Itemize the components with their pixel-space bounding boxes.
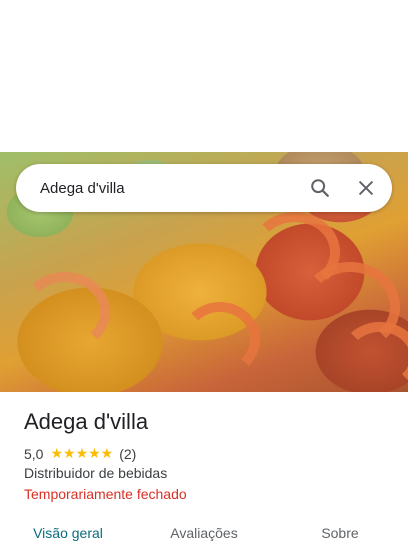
place-title: Adega d'villa (24, 409, 149, 434)
tab-bar: Visão geral Avaliações Sobre (0, 516, 408, 544)
review-count: (2) (119, 445, 137, 462)
tab-reviews[interactable]: Avaliações (136, 516, 272, 544)
rating-value: 5,0 (24, 445, 44, 462)
shrimp-shape (20, 272, 110, 352)
status-closed: Temporariamente fechado (24, 486, 187, 502)
search-icon[interactable] (300, 168, 340, 208)
search-bar[interactable]: Adega d'villa (16, 164, 392, 212)
shrimp-shape (180, 302, 260, 377)
place-page: Adega d'villa Adega d'villa 5,0 ★★★★★ (2… (0, 0, 408, 544)
rating-row[interactable]: 5,0 ★★★★★ (2) (24, 445, 136, 462)
place-category: Distribuidor de bebidas (24, 465, 168, 481)
star-rating-icons: ★★★★★ (50, 445, 114, 461)
tab-overview[interactable]: Visão geral (0, 516, 136, 544)
close-icon[interactable] (346, 168, 386, 208)
search-input[interactable]: Adega d'villa (40, 180, 300, 197)
tab-about[interactable]: Sobre (272, 516, 408, 544)
